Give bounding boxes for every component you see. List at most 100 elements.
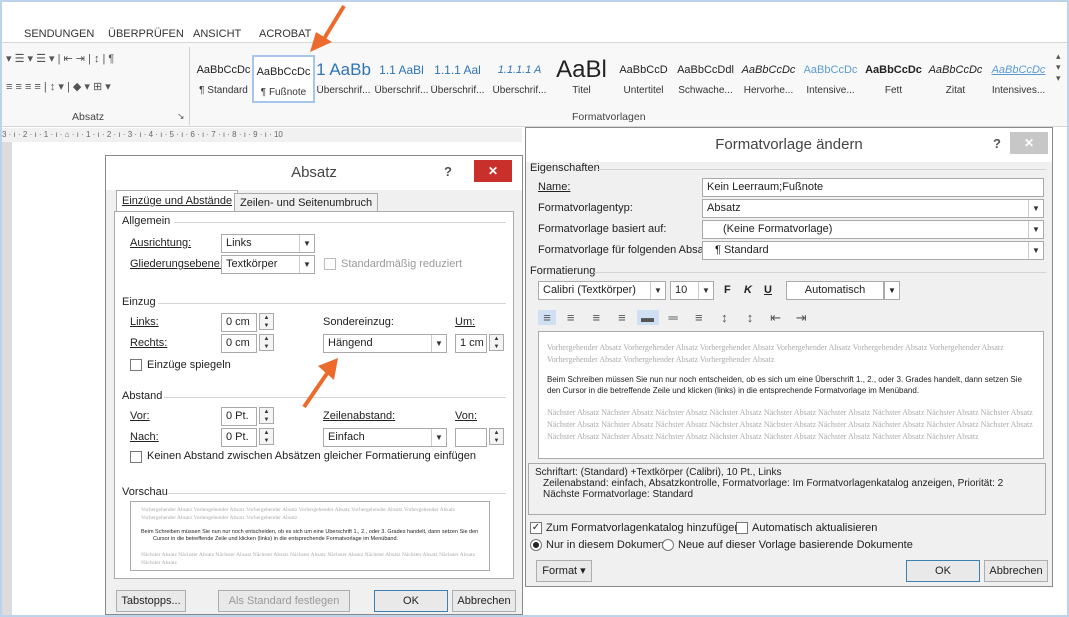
katalog-checkbox[interactable]: ✓ bbox=[530, 522, 542, 534]
basiert-select[interactable]: (Keine Formatvorlage) ▼ bbox=[702, 220, 1044, 239]
vorschau-heading: Vorschau bbox=[122, 486, 168, 498]
size-select[interactable]: 10 ▼ bbox=[670, 281, 714, 300]
style-9[interactable]: AaBbCcDc Hervorhe... bbox=[737, 55, 800, 103]
style-name: Intensive... bbox=[806, 85, 855, 96]
list-icons[interactable]: ▾ ☰ ▾ ☰ ▾ | ⇤ ⇥ | ↕ | ¶ bbox=[6, 52, 114, 65]
zeilenabstand-select[interactable]: Einfach ▼ bbox=[323, 428, 447, 447]
keinen-abstand-checkbox[interactable] bbox=[130, 451, 142, 463]
style-8[interactable]: AaBbCcDdl Schwache... bbox=[674, 55, 737, 103]
name-input[interactable]: Kein Leerraum;Fußnote bbox=[702, 178, 1044, 197]
format-button[interactable]: Format ▾ bbox=[536, 560, 592, 582]
links-input[interactable]: 0 cm bbox=[221, 313, 257, 332]
als-standard-button[interactable]: Als Standard festlegen bbox=[218, 590, 350, 612]
indent-icon[interactable]: ⇥ bbox=[790, 310, 812, 326]
space-after-icon[interactable]: ↕ bbox=[739, 310, 761, 325]
tab-ueberpruefen[interactable]: ÜBERPRÜFEN bbox=[108, 28, 184, 40]
help-icon[interactable]: ? bbox=[444, 164, 452, 179]
preview-main-text: Beim Schreiben müssen Sie nun nur noch e… bbox=[547, 375, 1022, 395]
ruler: 3 · ı · 2 · ı · 1 · ı · ⌂ · ı · 1 · ı · … bbox=[2, 128, 522, 142]
style-preview: AaBbCcDc bbox=[865, 64, 922, 76]
style-7[interactable]: AaBbCcD Untertitel bbox=[612, 55, 675, 103]
style-1[interactable]: AaBbCcDc ¶ Fußnote bbox=[252, 55, 315, 103]
spacing-double-icon[interactable]: ≡ bbox=[688, 310, 710, 325]
underline-button[interactable]: U bbox=[764, 284, 772, 296]
nach-value: 0 Pt. bbox=[226, 431, 249, 443]
align-right-icon[interactable]: ≡ bbox=[585, 310, 607, 325]
paragraph-launcher-icon[interactable]: ↘ bbox=[177, 111, 185, 122]
help-icon[interactable]: ? bbox=[993, 136, 1001, 151]
close-icon[interactable]: ✕ bbox=[474, 160, 512, 182]
style-name: Zitat bbox=[945, 85, 966, 96]
font-select[interactable]: Calibri (Textkörper) ▼ bbox=[538, 281, 666, 300]
von-stepper[interactable]: ▲ ▼ bbox=[489, 428, 504, 445]
tabstopps-button[interactable]: Tabstopps... bbox=[116, 590, 186, 612]
auto-update-checkbox[interactable] bbox=[736, 522, 748, 534]
style-5[interactable]: 1.1.1.1 A Überschrif... bbox=[488, 55, 551, 103]
tab-sendungen[interactable]: SENDUNGEN bbox=[24, 28, 94, 40]
spiegeln-checkbox[interactable] bbox=[130, 359, 142, 371]
formatvorlage-title: Formatvorlage ändern bbox=[526, 128, 1052, 162]
um-stepper[interactable]: ▲ ▼ bbox=[489, 334, 504, 351]
basiert-value: (Keine Formatvorlage) bbox=[723, 223, 833, 235]
color-select[interactable]: Automatisch bbox=[786, 281, 884, 300]
outdent-icon[interactable]: ⇤ bbox=[765, 310, 787, 326]
align-center-icon[interactable]: ≡ bbox=[560, 310, 582, 325]
chevron-down-icon: ▼ bbox=[1028, 221, 1043, 238]
cancel-button[interactable]: Abbrechen bbox=[452, 590, 516, 612]
style-13[interactable]: AaBbCcDc Intensives... bbox=[987, 55, 1050, 103]
style-10[interactable]: AaBbCcDc Intensive... bbox=[799, 55, 862, 103]
tab-einzuege[interactable]: Einzüge und Abstände bbox=[116, 190, 239, 212]
cancel-button[interactable]: Abbrechen bbox=[984, 560, 1048, 582]
style-0[interactable]: AaBbCcDc ¶ Standard bbox=[192, 55, 255, 103]
tab-umbruch[interactable]: Zeilen- und Seitenumbruch bbox=[234, 193, 379, 212]
nach-input[interactable]: 0 Pt. bbox=[221, 428, 257, 447]
nach-stepper[interactable]: ▲ ▼ bbox=[259, 428, 274, 445]
style-2[interactable]: 1 AaBb Überschrif... bbox=[312, 55, 375, 103]
rechts-stepper[interactable]: ▲ ▼ bbox=[259, 334, 274, 351]
close-icon[interactable]: ✕ bbox=[1010, 132, 1048, 154]
vor-input[interactable]: 0 Pt. bbox=[221, 407, 257, 426]
auto-update-label: Automatisch aktualisieren bbox=[752, 522, 878, 534]
abstand-heading: Abstand bbox=[122, 390, 163, 402]
spacing-single-icon[interactable]: ▬ bbox=[636, 310, 659, 325]
desc-line-1: Schriftart: (Standard) +Textkörper (Cali… bbox=[535, 467, 782, 478]
style-3[interactable]: 1.1 AaBl Überschrif... bbox=[370, 55, 433, 103]
ribbon-tabs: SENDUNGEN ÜBERPRÜFEN ANSICHT ACROBAT bbox=[2, 2, 1067, 42]
absatz-title: Absatz bbox=[106, 156, 522, 190]
ok-button[interactable]: OK bbox=[906, 560, 980, 582]
style-11[interactable]: AaBbCcDc Fett bbox=[862, 55, 925, 103]
arrow-annotation-top bbox=[310, 4, 346, 52]
von-input[interactable] bbox=[455, 428, 487, 447]
links-stepper[interactable]: ▲ ▼ bbox=[259, 313, 274, 330]
sondereinzug-select[interactable]: Hängend ▼ bbox=[323, 334, 447, 353]
align-justify-icon[interactable]: ≡ bbox=[611, 310, 633, 325]
italic-button[interactable]: K bbox=[744, 284, 752, 296]
nach-label: Nach: bbox=[130, 431, 159, 443]
um-input[interactable]: 1 cm bbox=[455, 334, 487, 353]
typ-select[interactable]: Absatz ▼ bbox=[702, 199, 1044, 218]
reduziert-checkbox[interactable] bbox=[324, 258, 336, 270]
neue-dokumente-radio[interactable] bbox=[662, 539, 674, 551]
nur-dokument-label: Nur in diesem Dokument bbox=[546, 539, 668, 551]
style-name: Schwache... bbox=[678, 85, 733, 96]
style-4[interactable]: 1.1.1 Aal Überschrif... bbox=[426, 55, 489, 103]
style-12[interactable]: AaBbCcDc Zitat bbox=[924, 55, 987, 103]
vor-stepper[interactable]: ▲ ▼ bbox=[259, 407, 274, 424]
rechts-input[interactable]: 0 cm bbox=[221, 334, 257, 353]
desc-line-3: Nächste Formatvorlage: Standard bbox=[543, 489, 694, 500]
tab-ansicht[interactable]: ANSICHT bbox=[193, 28, 241, 40]
nur-dokument-radio[interactable] bbox=[530, 539, 542, 551]
bold-button[interactable]: F bbox=[724, 284, 731, 296]
color-dropdown[interactable]: ▼ bbox=[884, 281, 900, 300]
style-6[interactable]: AaBl Titel bbox=[550, 55, 613, 103]
ausrichtung-select[interactable]: Links ▼ bbox=[221, 234, 315, 253]
align-icons[interactable]: ≡ ≡ ≡ ≡ | ↕ ▾ | ◆ ▾ ⊞ ▾ bbox=[6, 80, 111, 93]
align-left-icon[interactable]: ≡ bbox=[538, 310, 556, 325]
spacing-onehalf-icon[interactable]: ═ bbox=[662, 310, 684, 325]
ok-button[interactable]: OK bbox=[374, 590, 448, 612]
basiert-label: Formatvorlage basiert auf: bbox=[538, 223, 667, 235]
space-before-icon[interactable]: ↕ bbox=[713, 310, 735, 325]
gallery-scroll-icon[interactable]: ▴ ▾ ▾ bbox=[1056, 51, 1061, 84]
gliederung-select[interactable]: Textkörper ▼ bbox=[221, 255, 315, 274]
folgend-select[interactable]: ¶ Standard ▼ bbox=[702, 241, 1044, 260]
